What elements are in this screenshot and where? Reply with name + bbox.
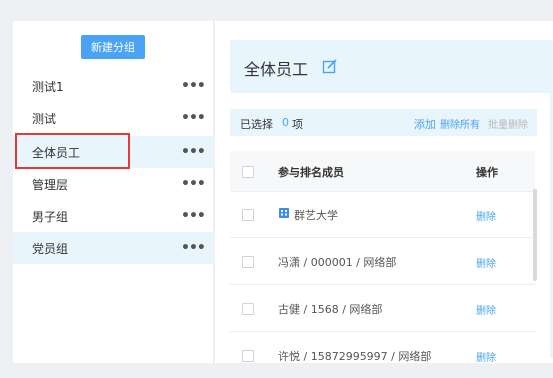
table-header: 参与排名成员 操作: [230, 151, 535, 192]
delete-button[interactable]: 删除: [476, 208, 496, 223]
member-name: 群艺大学: [294, 209, 338, 222]
table-row: 古健 / 1568 / 网络部 删除: [230, 285, 535, 332]
column-header-action: 操作: [476, 166, 498, 179]
page-title: 全体员工: [244, 60, 309, 79]
member-name: 古健 / 1568 / 网络部: [278, 303, 383, 316]
more-icon[interactable]: •••: [181, 241, 206, 255]
group-sidebar: 新建分组 测试1 ••• 测试 ••• 全体员工 ••• 管理层 ••• 男子组…: [13, 21, 213, 363]
group-item-label: 测试1: [32, 79, 64, 94]
annotation-highlight-box: [15, 133, 130, 169]
group-item-label: 管理层: [32, 177, 69, 192]
new-group-button[interactable]: 新建分组: [81, 35, 145, 59]
add-button[interactable]: 添加: [414, 116, 436, 132]
batch-delete-button[interactable]: 批量删除: [488, 116, 528, 131]
group-title-card: 全体员工: [230, 40, 553, 93]
more-icon[interactable]: •••: [181, 145, 206, 159]
more-icon[interactable]: •••: [181, 177, 206, 191]
row-checkbox[interactable]: [242, 303, 254, 315]
row-checkbox[interactable]: [242, 350, 254, 362]
table-row: 冯潇 / 000001 / 网络部 删除: [230, 238, 535, 285]
selected-label: 已选择: [240, 118, 273, 131]
group-detail-panel: 全体员工 已选择 0 项 添加 删除所有 批量删除 参与排名成员 操作 群艺大学…: [215, 21, 553, 364]
more-icon[interactable]: •••: [181, 111, 206, 125]
member-name: 冯潇 / 000001 / 网络部: [278, 256, 397, 269]
member-name: 许悦 / 15872995997 / 网络部: [278, 350, 432, 363]
table-row: 许悦 / 15872995997 / 网络部 删除: [230, 332, 535, 378]
group-item[interactable]: 测试 •••: [13, 102, 213, 134]
selected-unit: 项: [292, 118, 303, 131]
selected-count: 0: [282, 116, 289, 129]
group-item[interactable]: 党员组 •••: [13, 232, 213, 264]
row-checkbox[interactable]: [242, 209, 254, 221]
table-row: 群艺大学 删除: [230, 191, 535, 238]
group-item[interactable]: 管理层 •••: [13, 168, 213, 200]
group-item[interactable]: 男子组 •••: [13, 200, 213, 232]
group-item[interactable]: 测试1 •••: [13, 70, 213, 102]
column-header-member: 参与排名成员: [278, 166, 344, 179]
table-scrollbar[interactable]: [533, 189, 537, 281]
edit-icon[interactable]: [322, 58, 338, 74]
delete-button[interactable]: 删除: [476, 349, 496, 364]
select-all-checkbox[interactable]: [242, 166, 254, 178]
group-item-label: 测试: [32, 111, 57, 126]
group-item-label: 党员组: [32, 241, 69, 256]
more-icon[interactable]: •••: [181, 209, 206, 223]
delete-all-button[interactable]: 删除所有: [440, 116, 480, 131]
more-icon[interactable]: •••: [181, 79, 206, 93]
building-icon: [278, 207, 290, 219]
delete-button[interactable]: 删除: [476, 302, 496, 317]
delete-button[interactable]: 删除: [476, 255, 496, 270]
selection-toolbar: 已选择 0 项 添加 删除所有 批量删除: [230, 109, 537, 136]
group-item-label: 男子组: [32, 209, 69, 224]
row-checkbox[interactable]: [242, 256, 254, 268]
